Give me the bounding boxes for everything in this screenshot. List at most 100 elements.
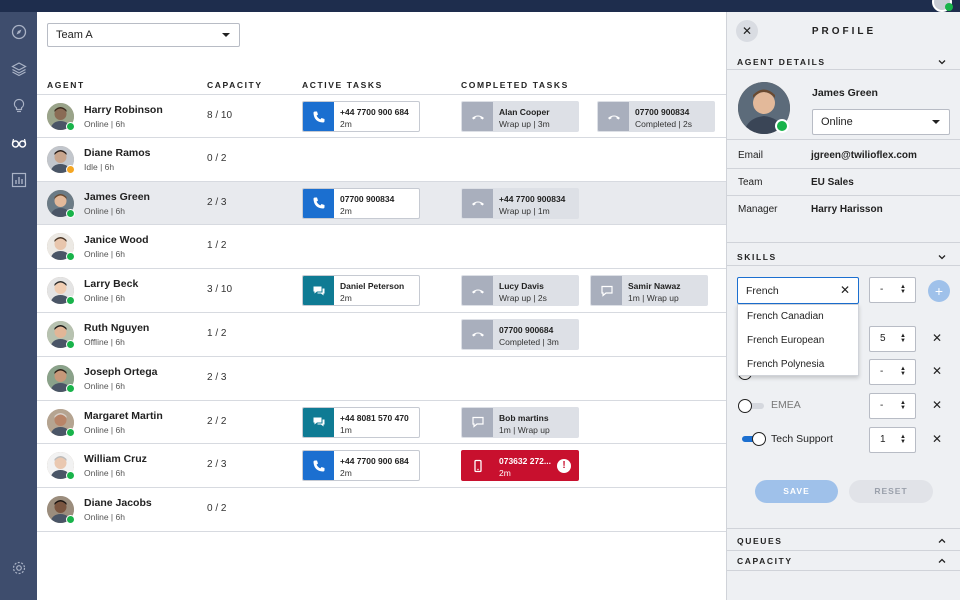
- stepper-arrows-icon[interactable]: ▲ ▼: [900, 333, 906, 344]
- agent-name: James Green: [84, 190, 150, 203]
- glasses-icon[interactable]: [5, 129, 32, 156]
- task-title: 07700 900684: [499, 324, 554, 335]
- new-skill-level-stepper[interactable]: - ▲ ▼: [869, 277, 916, 303]
- agents-view: Team A AGENT CAPACITY ACTIVE TASKS COMPL…: [37, 12, 726, 600]
- completed-task-card[interactable]: Bob martins 1m | Wrap up: [461, 406, 579, 438]
- task-detail: Wrap up | 1m: [499, 205, 550, 216]
- add-skill-button[interactable]: +: [928, 280, 950, 302]
- column-header-capacity[interactable]: CAPACITY: [207, 80, 263, 90]
- save-button[interactable]: SAVE: [755, 480, 838, 503]
- task-title: +44 7700 900 684: [340, 107, 409, 117]
- clear-icon[interactable]: ✕: [840, 283, 850, 297]
- agent-capacity: 8 / 10: [207, 110, 233, 121]
- divider: [727, 168, 960, 169]
- skill-suggestions: French Canadian French European French P…: [737, 304, 859, 376]
- status-select-value: Online: [821, 116, 853, 128]
- table-row[interactable]: Harry Robinson Online | 6h 8 / 10 +44 7700 …: [37, 94, 726, 138]
- column-header-completed-tasks[interactable]: COMPLETED TASKS: [461, 80, 569, 90]
- completed-task-card[interactable]: 073632 272... 2m!: [461, 450, 579, 482]
- table-row[interactable]: Diane Jacobs Online | 6h 0 / 2: [37, 488, 726, 532]
- table-row[interactable]: James Green Online | 6h 2 / 3 07700 900834 2…: [37, 181, 726, 226]
- suggestion-option[interactable]: French European: [738, 329, 858, 353]
- remove-skill-icon[interactable]: ✕: [932, 364, 942, 378]
- agent-status: Online | 6h: [84, 468, 125, 479]
- suggestion-option[interactable]: French Canadian: [738, 305, 858, 329]
- remove-skill-icon[interactable]: ✕: [932, 432, 942, 446]
- divider: [727, 265, 960, 266]
- lightbulb-icon[interactable]: [5, 92, 32, 119]
- column-header-active-tasks[interactable]: ACTIVE TASKS: [302, 80, 383, 90]
- skill-label: EMEA: [771, 399, 801, 411]
- remove-skill-icon[interactable]: ✕: [932, 398, 942, 412]
- divider: [727, 528, 960, 529]
- alert-icon: !: [557, 459, 571, 474]
- skill-toggle[interactable]: [738, 432, 766, 446]
- section-queues[interactable]: QUEUES: [737, 536, 783, 546]
- agent-capacity: 0 / 2: [207, 503, 227, 515]
- skill-search-input[interactable]: French ✕: [737, 277, 859, 304]
- active-task-card[interactable]: Daniel Peterson 2m: [302, 275, 420, 307]
- table-row[interactable]: Diane Ramos Idle | 6h 0 / 2: [37, 138, 726, 182]
- section-agent-details[interactable]: AGENT DETAILS: [737, 57, 826, 67]
- divider: [727, 195, 960, 196]
- active-task-card[interactable]: +44 8081 570 470 1m: [302, 406, 420, 438]
- table-row[interactable]: Ruth Nguyen Offline | 6h 1 / 2 07700 900684…: [37, 313, 726, 357]
- chevron-up-icon[interactable]: [938, 557, 946, 565]
- task-detail: 2m: [340, 205, 352, 216]
- completed-task-card[interactable]: Lucy Davis Wrap up | 2s: [461, 275, 579, 307]
- phone-icon: [303, 188, 334, 218]
- team-select[interactable]: Team A: [47, 23, 240, 47]
- stepper-arrows-icon[interactable]: ▲ ▼: [900, 366, 906, 377]
- active-task-card[interactable]: +44 7700 900 684 2m: [302, 101, 420, 132]
- column-header-agent[interactable]: AGENT: [47, 80, 85, 90]
- stepper-value: -: [880, 284, 884, 295]
- agent-name: Larry Beck: [84, 278, 139, 291]
- completed-task-card[interactable]: Alan Cooper Wrap up | 3m: [461, 101, 579, 132]
- skill-level-stepper[interactable]: 1 ▲ ▼: [869, 427, 916, 453]
- user-avatar[interactable]: [932, 0, 953, 12]
- side-navigation: [0, 12, 37, 600]
- active-task-card[interactable]: 07700 900834 2m: [302, 187, 420, 219]
- skill-level-stepper[interactable]: - ▲ ▼: [869, 359, 916, 385]
- completed-task-card[interactable]: +44 7700 900834 Wrap up | 1m: [461, 187, 579, 219]
- table-row[interactable]: Margaret Martin Online | 6h 2 / 2 +44 8081 …: [37, 401, 726, 445]
- status-select[interactable]: Online: [812, 109, 950, 135]
- task-detail: Completed | 3m: [499, 336, 559, 347]
- chevron-up-icon[interactable]: [938, 537, 946, 545]
- bar-chart-icon[interactable]: [5, 166, 32, 193]
- remove-skill-icon[interactable]: ✕: [932, 331, 942, 345]
- agent-name: Diane Ramos: [84, 146, 151, 159]
- compass-icon[interactable]: [5, 18, 32, 45]
- stepper-arrows-icon[interactable]: ▲ ▼: [900, 400, 906, 411]
- skill-level-stepper[interactable]: 5 ▲ ▼: [869, 326, 916, 352]
- suggestion-option[interactable]: French Polynesia: [738, 353, 858, 377]
- agent-capacity: 3 / 10: [207, 284, 233, 296]
- status-dot: [66, 515, 75, 525]
- task-detail: Wrap up | 2s: [499, 293, 547, 304]
- table-row[interactable]: Larry Beck Online | 6h 3 / 10 Daniel Peters…: [37, 269, 726, 313]
- completed-task-card[interactable]: 07700 900684 Completed | 3m: [461, 318, 579, 350]
- table-row[interactable]: Joseph Ortega Online | 6h 2 / 3: [37, 357, 726, 401]
- status-dot: [66, 164, 75, 174]
- status-dot: [66, 383, 75, 393]
- gear-icon[interactable]: [5, 554, 32, 581]
- table-row[interactable]: William Cruz Online | 6h 2 / 3 +44 7700 900…: [37, 444, 726, 489]
- skill-toggle[interactable]: [738, 399, 766, 413]
- completed-task-card[interactable]: Samir Nawaz 1m | Wrap up: [590, 275, 708, 307]
- agent-name: Joseph Ortega: [84, 365, 158, 378]
- agent-status: Online | 6h: [84, 293, 125, 304]
- completed-task-card[interactable]: 07700 900834 Completed | 2s: [597, 101, 715, 132]
- section-capacity[interactable]: CAPACITY: [737, 556, 793, 566]
- chat-icon: [303, 407, 334, 437]
- chevron-down-icon[interactable]: [938, 253, 946, 261]
- table-row[interactable]: Janice Wood Online | 6h 1 / 2: [37, 225, 726, 270]
- chevron-down-icon[interactable]: [938, 58, 946, 66]
- skill-level-stepper[interactable]: - ▲ ▼: [869, 393, 916, 419]
- agent-name: Harry Robinson: [84, 104, 163, 116]
- active-task-card[interactable]: +44 7700 900 684 2m: [302, 450, 420, 482]
- layers-icon[interactable]: [5, 55, 32, 82]
- reset-button[interactable]: RESET: [849, 480, 933, 503]
- stepper-arrows-icon[interactable]: ▲ ▼: [900, 434, 906, 445]
- stepper-arrows-icon[interactable]: ▲ ▼: [900, 284, 906, 295]
- section-skills[interactable]: SKILLS: [737, 252, 777, 262]
